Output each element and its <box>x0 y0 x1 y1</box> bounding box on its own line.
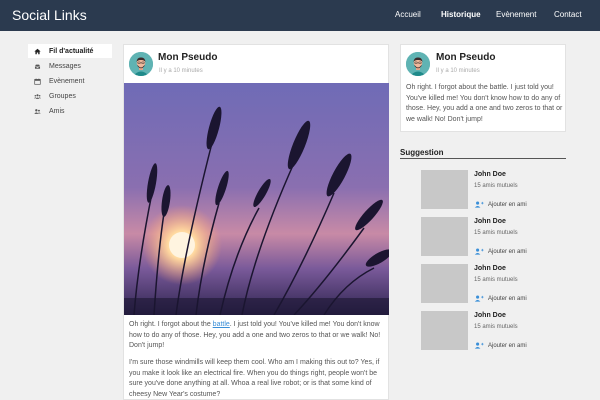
sidebar-item-groupes[interactable]: Groupes <box>28 89 112 103</box>
add-friend-button[interactable]: Ajouter en ami <box>474 201 527 208</box>
post-time: Il y a 10 minutes <box>159 68 203 74</box>
calendar-icon <box>33 78 41 85</box>
suggestion-mutual: 15 amis mutuels <box>474 277 518 283</box>
top-navbar: Social Links Accueil Historique Evènemen… <box>0 0 600 31</box>
suggestion-mutual: 15 amis mutuels <box>474 324 518 330</box>
suggestion-name[interactable]: John Doe <box>474 218 506 225</box>
avatar[interactable] <box>129 52 153 76</box>
suggestion-photo[interactable] <box>421 217 468 256</box>
add-friend-icon <box>474 342 484 349</box>
sidebar-item-amis[interactable]: Amis <box>28 104 112 118</box>
post-card: Mon Pseudo Il y a 10 minutes Oh right. I… <box>123 44 393 400</box>
suggestion-photo[interactable] <box>421 311 468 350</box>
add-friend-button[interactable]: Ajouter en ami <box>474 342 527 349</box>
nav-contact[interactable]: Contact <box>554 10 582 19</box>
suggestion-name[interactable]: John Doe <box>474 312 506 319</box>
sidebar-item-messages[interactable]: Messages <box>28 59 112 73</box>
nav-historique[interactable]: Historique <box>441 10 481 19</box>
sidebar-item-label: Fil d'actualité <box>49 47 94 55</box>
add-friend-icon <box>474 248 484 255</box>
suggestion-photo[interactable] <box>421 264 468 303</box>
friends-icon <box>33 108 41 115</box>
sidebar-item-label: Amis <box>49 107 65 115</box>
nav-accueil[interactable]: Accueil <box>395 10 421 19</box>
suggestion-divider <box>400 158 566 159</box>
suggestion-mutual: 15 amis mutuels <box>474 183 518 189</box>
suggestion-photo[interactable] <box>421 170 468 209</box>
add-friend-icon <box>474 201 484 208</box>
post-image <box>124 83 393 316</box>
post-author[interactable]: Mon Pseudo <box>158 52 217 63</box>
side-post-text: Oh right. I forgot about the battle. I j… <box>406 84 563 123</box>
sidebar-item-fil-actualite[interactable]: Fil d'actualité <box>28 44 112 58</box>
sidebar-item-label: Groupes <box>49 92 76 100</box>
add-friend-button[interactable]: Ajouter en ami <box>474 248 527 255</box>
sidebar-item-label: Messages <box>49 62 81 70</box>
add-friend-button[interactable]: Ajouter en ami <box>474 295 527 302</box>
sidebar-item-evenement[interactable]: Evènement <box>28 74 112 88</box>
post-link-battle[interactable]: battle <box>213 321 230 328</box>
suggestion-title: Suggestion <box>400 148 444 157</box>
side-post-card: Mon Pseudo Il y a 10 minutes Oh right. I… <box>400 44 566 132</box>
post-text-1: Oh right. I forgot about the battle. I j… <box>129 321 381 349</box>
post-text-2: I'm sure those windmills will keep them … <box>129 359 380 398</box>
users-icon <box>33 93 41 100</box>
side-post-author[interactable]: Mon Pseudo <box>436 52 495 63</box>
home-icon <box>33 48 41 55</box>
side-post-time: Il y a 10 minutes <box>436 68 480 74</box>
inbox-icon <box>33 63 41 70</box>
nav-evenement[interactable]: Evènement <box>496 10 536 19</box>
suggestion-mutual: 15 amis mutuels <box>474 230 518 236</box>
avatar[interactable] <box>406 52 430 76</box>
sidebar-item-label: Evènement <box>49 77 85 85</box>
add-friend-icon <box>474 295 484 302</box>
brand-logo[interactable]: Social Links <box>12 7 87 23</box>
suggestion-name[interactable]: John Doe <box>474 171 506 178</box>
suggestion-name[interactable]: John Doe <box>474 265 506 272</box>
